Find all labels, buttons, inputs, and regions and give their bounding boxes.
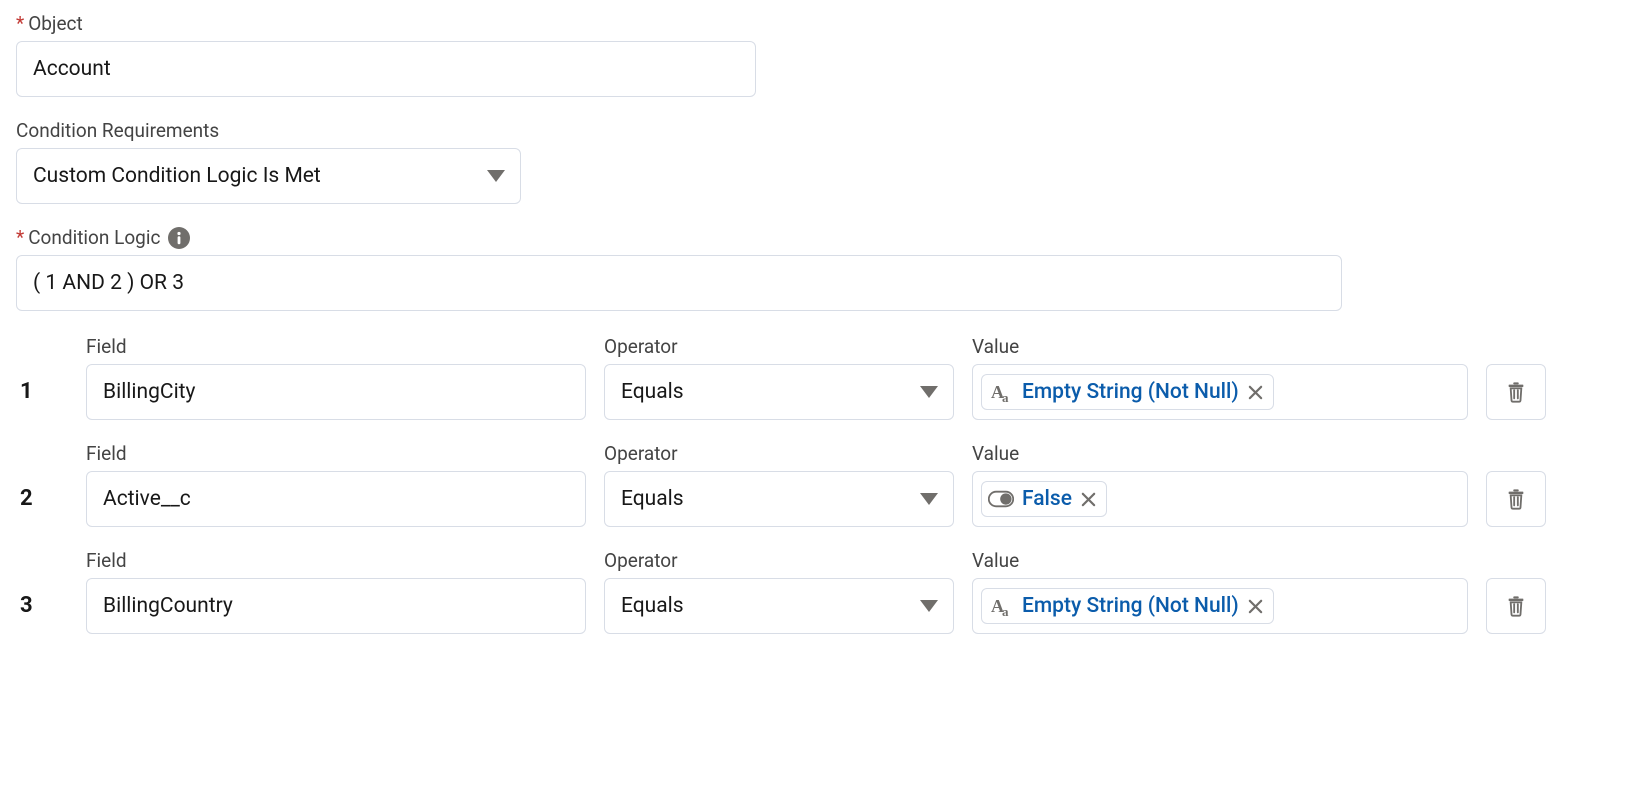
condition-row-number: 2 (16, 471, 68, 527)
delete-condition-button[interactable] (1486, 364, 1546, 420)
delete-condition-button[interactable] (1486, 471, 1546, 527)
condition-field-input[interactable] (86, 578, 586, 634)
condition-value-input[interactable]: Empty String (Not Null) (972, 364, 1468, 420)
remove-value-button[interactable] (1247, 383, 1265, 401)
object-input[interactable] (16, 41, 756, 97)
field-column-label: Field (86, 549, 586, 572)
required-asterisk: * (16, 12, 24, 35)
condition-operator-select[interactable] (604, 471, 954, 527)
value-column-label: Value (972, 335, 1468, 358)
value-pill: False (981, 481, 1107, 517)
value-pill: Empty String (Not Null) (981, 374, 1274, 410)
text-icon (988, 593, 1014, 619)
condition-row-number: 3 (16, 578, 68, 634)
condition-requirements-label: Condition Requirements (16, 119, 1630, 142)
operator-column-label: Operator (604, 335, 954, 358)
condition-row: 1 Field Operator Value Empty Strin (16, 335, 1630, 420)
toggle-icon (988, 486, 1014, 512)
condition-value-input[interactable]: False (972, 471, 1468, 527)
value-pill-text: Empty String (Not Null) (1022, 382, 1239, 403)
condition-operator-select[interactable] (604, 364, 954, 420)
condition-field-input[interactable] (86, 364, 586, 420)
field-column-label: Field (86, 335, 586, 358)
value-column-label: Value (972, 549, 1468, 572)
info-icon (168, 227, 190, 249)
condition-field-input[interactable] (86, 471, 586, 527)
remove-value-button[interactable] (1247, 597, 1265, 615)
text-icon (988, 379, 1014, 405)
remove-value-button[interactable] (1080, 490, 1098, 508)
required-asterisk: * (16, 226, 24, 249)
value-pill-text: False (1022, 489, 1072, 510)
object-label: *Object (16, 12, 1630, 35)
value-column-label: Value (972, 442, 1468, 465)
field-column-label: Field (86, 442, 586, 465)
condition-row-number: 1 (16, 364, 68, 420)
value-pill: Empty String (Not Null) (981, 588, 1274, 624)
condition-row: 3 Field Operator Value Empty Strin (16, 549, 1630, 634)
condition-row: 2 Field Operator Value False (16, 442, 1630, 527)
operator-column-label: Operator (604, 442, 954, 465)
condition-logic-input[interactable] (16, 255, 1342, 311)
delete-condition-button[interactable] (1486, 578, 1546, 634)
condition-operator-select[interactable] (604, 578, 954, 634)
operator-column-label: Operator (604, 549, 954, 572)
value-pill-text: Empty String (Not Null) (1022, 596, 1239, 617)
condition-logic-label: *Condition Logic (16, 226, 1630, 249)
condition-value-input[interactable]: Empty String (Not Null) (972, 578, 1468, 634)
condition-requirements-select[interactable] (16, 148, 521, 204)
